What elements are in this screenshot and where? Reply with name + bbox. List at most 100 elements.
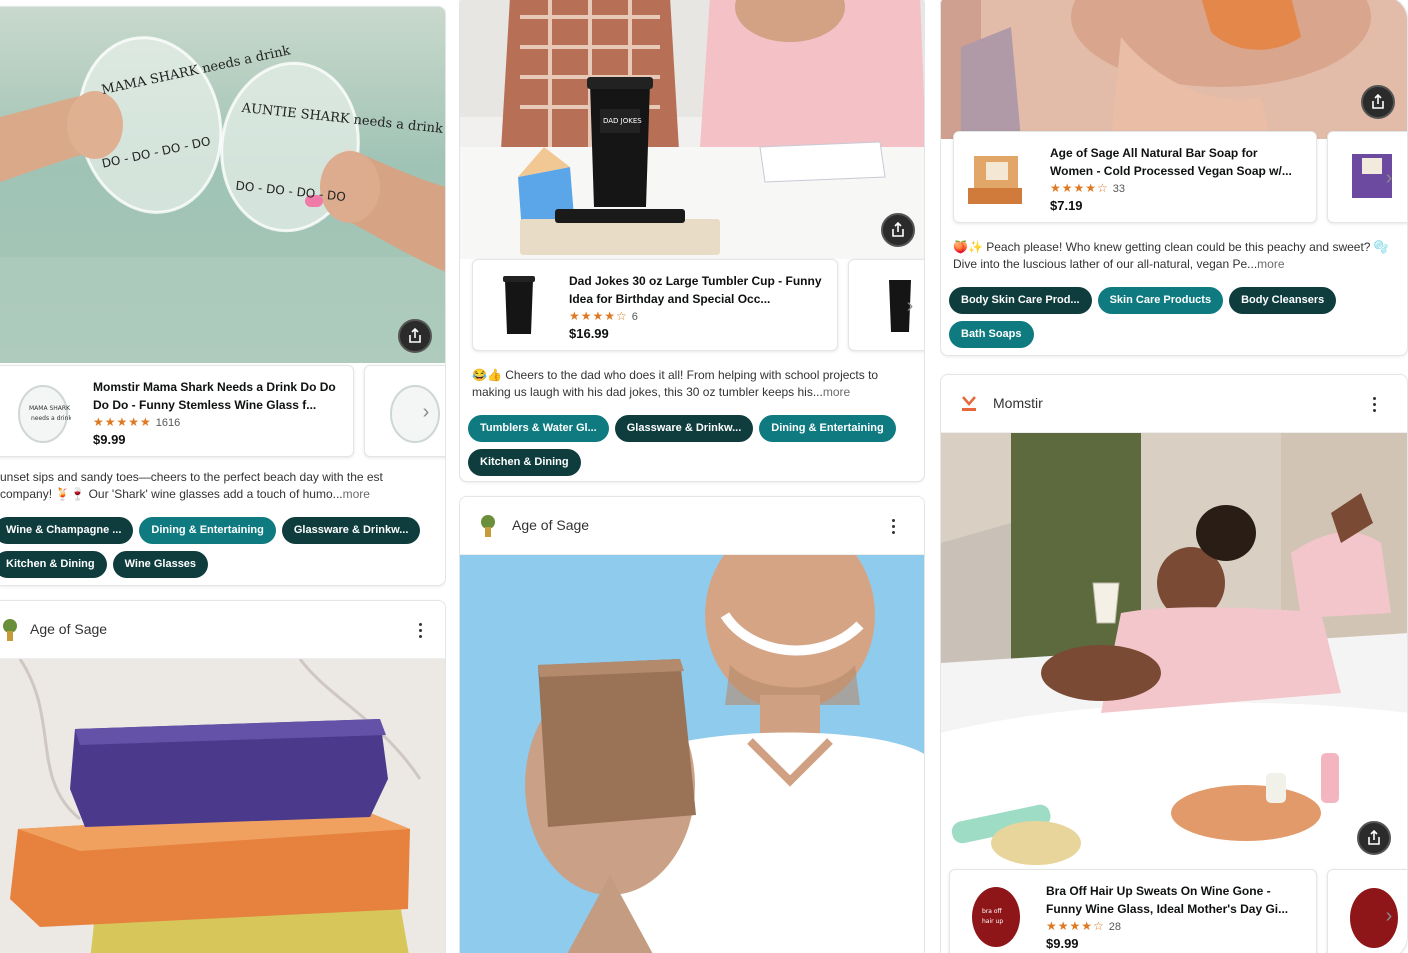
menu-kebab-icon[interactable] (888, 513, 898, 539)
category-tag[interactable]: Dining & Entertaining (759, 415, 896, 442)
post-photo[interactable] (0, 659, 445, 953)
woman-drinking-wine-illustration (941, 433, 1407, 873)
category-tags: Body Skin Care Prod... Skin Care Product… (949, 287, 1399, 348)
category-tag[interactable]: Body Cleansers (1229, 287, 1337, 314)
more-link[interactable]: more (1257, 257, 1284, 271)
product-carousel: Dad Jokes 30 oz Large Tumbler Cup - Funn… (460, 259, 924, 355)
brand-logo-icon (962, 396, 976, 411)
product-price: $9.99 (1046, 936, 1079, 951)
post-card: Age of Sage All Natural Bar Soap for Wom… (940, 0, 1408, 356)
more-link[interactable]: more (823, 385, 850, 399)
category-tag[interactable]: Body Skin Care Prod... (949, 287, 1092, 314)
brand-logo-icon (3, 619, 17, 641)
post-header: Age of Sage (0, 601, 445, 659)
product-card-partial[interactable]: › (848, 259, 924, 351)
post-photo[interactable] (941, 0, 1407, 139)
carousel-next-chevron-icon[interactable]: › (1378, 164, 1400, 192)
post-card: Age of Sage (0, 600, 446, 953)
product-card[interactable]: MAMA SHARK needs a drink Momstir Mama Sha… (0, 365, 354, 457)
feed-column-2: DAD JOKES Dad Jokes 30 oz Large Tumbler … (459, 0, 925, 953)
brand-logo-icon (481, 515, 495, 537)
post-caption: unset sips and sandy toes—cheers to the … (0, 470, 383, 501)
product-title[interactable]: Momstir Mama Shark Needs a Drink Do Do D… (93, 378, 339, 414)
wine-glasses-toast-illustration: MAMA SHARK needs a drink AUNTIE SHARK ne… (0, 7, 445, 363)
product-title[interactable]: Bra Off Hair Up Sweats On Wine Gone - Fu… (1046, 882, 1302, 918)
share-button[interactable] (1361, 85, 1395, 119)
share-icon (409, 328, 421, 343)
brand-name[interactable]: Age of Sage (30, 621, 107, 637)
share-icon (892, 222, 904, 237)
svg-text:bra off: bra off (982, 908, 1003, 915)
post-photo[interactable] (941, 433, 1407, 873)
svg-text:hair up: hair up (982, 918, 1003, 925)
category-tag[interactable]: Kitchen & Dining (468, 449, 581, 476)
post-card: Momstir bra off hair up Bra Off Hair Up … (940, 374, 1408, 953)
share-button[interactable] (1357, 821, 1391, 855)
post-photo[interactable]: DAD JOKES (460, 0, 924, 259)
product-card-partial[interactable]: › (364, 365, 445, 457)
product-card[interactable]: Age of Sage All Natural Bar Soap for Wom… (953, 131, 1317, 223)
man-holding-soap-illustration (460, 555, 924, 953)
brand-name[interactable]: Age of Sage (512, 517, 589, 533)
svg-text:MAMA SHARK: MAMA SHARK (29, 405, 71, 412)
product-card-partial[interactable]: › (1327, 131, 1407, 223)
post-card: MAMA SHARK needs a drink AUNTIE SHARK ne… (0, 6, 446, 586)
dad-tumbler-scene-illustration: DAD JOKES (460, 0, 924, 259)
post-photo[interactable]: MAMA SHARK needs a drink AUNTIE SHARK ne… (0, 7, 445, 363)
share-button[interactable] (881, 213, 915, 247)
category-tag[interactable]: Skin Care Products (1097, 287, 1224, 314)
post-card: DAD JOKES Dad Jokes 30 oz Large Tumbler … (459, 0, 925, 482)
share-icon (1368, 830, 1380, 845)
star-rating-icon: ★★★★☆ (1050, 181, 1109, 195)
post-header: Age of Sage (460, 497, 924, 555)
product-carousel: bra off hair up Bra Off Hair Up Sweats On… (941, 869, 1407, 953)
product-price: $9.99 (93, 432, 126, 447)
product-rating: ★★★★☆ 28 (1046, 919, 1121, 933)
rating-count: 1616 (155, 417, 181, 429)
brand-name[interactable]: Momstir (993, 395, 1043, 411)
svg-text:DAD JOKES: DAD JOKES (603, 117, 642, 125)
category-tag[interactable]: Glassware & Drinkw... (281, 517, 421, 544)
product-thumbnail: MAMA SHARK needs a drink (7, 376, 79, 448)
woman-peach-soap-illustration (941, 0, 1407, 139)
product-price: $16.99 (569, 326, 609, 341)
category-tag[interactable]: Kitchen & Dining (0, 551, 107, 578)
rating-count: 6 (631, 311, 638, 323)
product-card[interactable]: Dad Jokes 30 oz Large Tumbler Cup - Funn… (472, 259, 838, 351)
category-tag[interactable]: Wine Glasses (112, 551, 209, 578)
carousel-next-chevron-icon[interactable]: › (1378, 902, 1400, 930)
product-title[interactable]: Dad Jokes 30 oz Large Tumbler Cup - Funn… (569, 272, 823, 308)
svg-text:needs a drink: needs a drink (31, 415, 71, 422)
category-tag[interactable]: Bath Soaps (949, 321, 1034, 348)
menu-kebab-icon[interactable] (415, 617, 425, 643)
rating-count: 33 (1112, 183, 1126, 195)
more-link[interactable]: more (343, 487, 370, 501)
category-tag[interactable]: Glassware & Drinkw... (614, 415, 754, 442)
category-tag[interactable]: Dining & Entertaining (139, 517, 276, 544)
product-thumbnail (964, 142, 1036, 214)
product-carousel: Age of Sage All Natural Bar Soap for Wom… (941, 131, 1407, 227)
feed-column-3: Age of Sage All Natural Bar Soap for Wom… (940, 0, 1408, 953)
carousel-next-chevron-icon[interactable]: › (415, 398, 437, 426)
category-tag[interactable]: Tumblers & Water Gl... (468, 415, 609, 442)
post-card: Age of Sage (459, 496, 925, 953)
post-caption: 😂👍 Cheers to the dad who does it all! Fr… (472, 368, 879, 399)
product-rating: ★★★★★ 1616 (93, 415, 180, 429)
rating-count: 28 (1108, 921, 1122, 933)
product-card-partial[interactable]: › (1327, 869, 1407, 953)
product-card[interactable]: bra off hair up Bra Off Hair Up Sweats On… (949, 869, 1317, 953)
menu-kebab-icon[interactable] (1369, 391, 1379, 417)
category-tag[interactable]: Wine & Champagne ... (0, 517, 134, 544)
product-carousel: MAMA SHARK needs a drink Momstir Mama Sha… (0, 365, 445, 461)
category-tags: Tumblers & Water Gl... Glassware & Drink… (468, 415, 916, 476)
share-button[interactable] (398, 319, 432, 353)
star-rating-icon: ★★★★☆ (569, 309, 628, 323)
star-rating-icon: ★★★★☆ (1046, 919, 1105, 933)
product-rating: ★★★★☆ 33 (1050, 181, 1125, 195)
post-photo[interactable] (460, 555, 924, 953)
share-icon (1372, 94, 1384, 109)
carousel-next-chevron-icon[interactable]: › (899, 292, 921, 320)
product-title[interactable]: Age of Sage All Natural Bar Soap for Wom… (1050, 144, 1302, 180)
feed-column-1: MAMA SHARK needs a drink AUNTIE SHARK ne… (0, 0, 446, 953)
soap-bars-illustration (0, 659, 445, 953)
